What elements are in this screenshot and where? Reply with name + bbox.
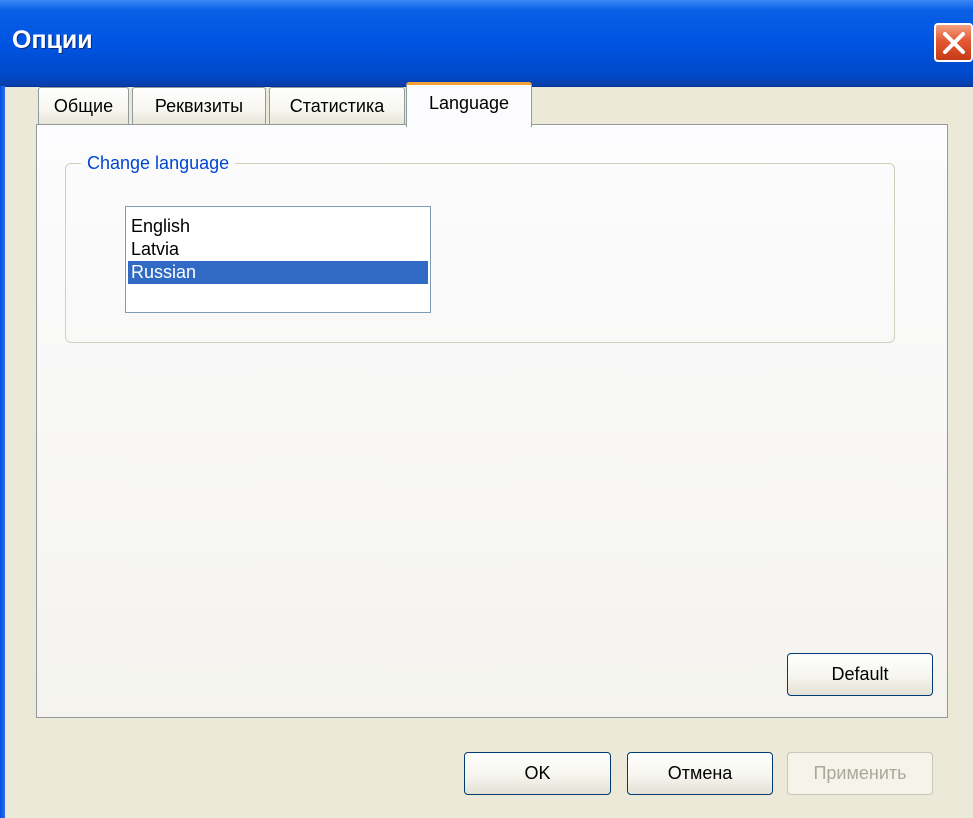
tab-language-label: Language xyxy=(428,93,510,113)
tab-general-label: Общие xyxy=(53,96,114,116)
ok-button[interactable]: OK xyxy=(464,752,611,795)
tab-general[interactable]: Общие xyxy=(38,87,129,125)
change-language-legend: Change language xyxy=(81,153,236,174)
language-option-latvia[interactable]: Latvia xyxy=(128,238,428,261)
apply-button[interactable]: Применить xyxy=(787,752,933,795)
title-bar[interactable]: Опции xyxy=(0,0,973,87)
ok-button-label: OK xyxy=(524,763,551,783)
window-title: Опции xyxy=(12,26,93,54)
default-button-label: Default xyxy=(831,664,889,684)
apply-button-label: Применить xyxy=(813,763,907,783)
tab-statistics[interactable]: Статистика xyxy=(269,87,405,125)
language-tab-panel: Change language English Latvia Russian D… xyxy=(36,124,948,718)
language-option-english[interactable]: English xyxy=(128,215,428,238)
close-button[interactable] xyxy=(934,23,973,62)
language-listbox[interactable]: English Latvia Russian xyxy=(125,206,431,313)
tab-requisites-label: Реквизиты xyxy=(154,96,244,116)
tab-requisites[interactable]: Реквизиты xyxy=(132,87,266,125)
cancel-button-label: Отмена xyxy=(667,763,733,783)
default-button[interactable]: Default xyxy=(787,653,933,696)
language-option-russian[interactable]: Russian xyxy=(128,261,428,284)
cancel-button[interactable]: Отмена xyxy=(627,752,773,795)
window-left-border xyxy=(0,86,5,818)
tab-language[interactable]: Language xyxy=(406,82,532,127)
close-icon xyxy=(943,32,965,54)
tab-statistics-label: Статистика xyxy=(289,96,385,116)
